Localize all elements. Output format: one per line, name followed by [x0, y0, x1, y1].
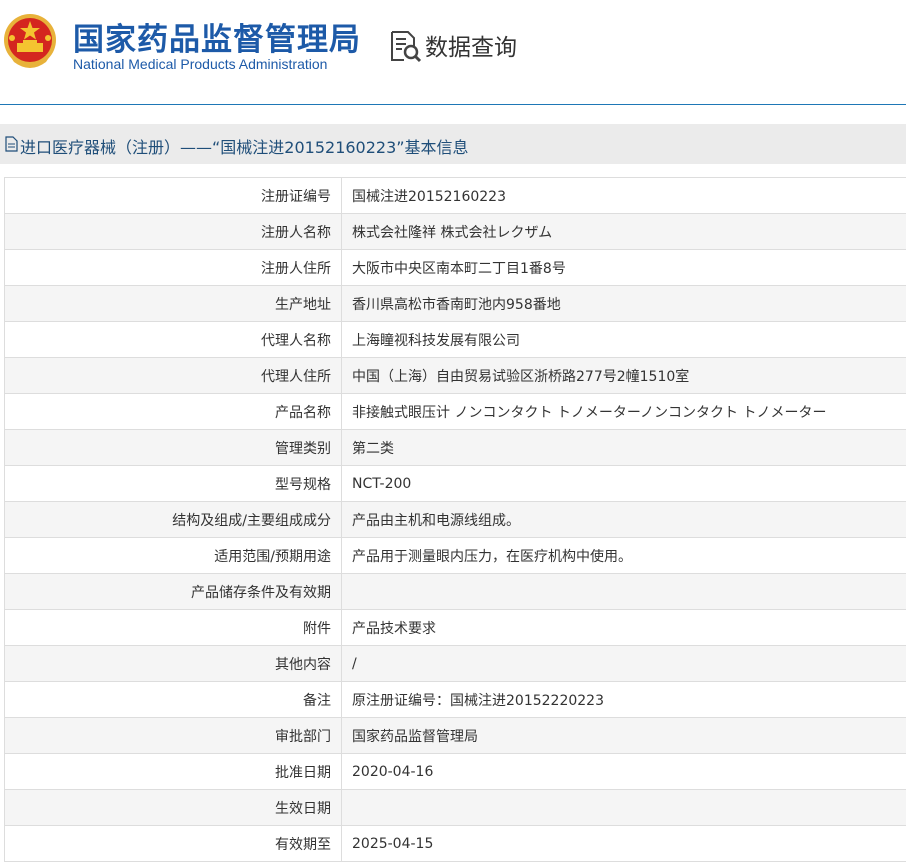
field-label: 注册证编号	[5, 178, 342, 214]
field-value: 产品用于测量眼内压力，在医疗机构中使用。	[342, 538, 906, 574]
table-row: 生效日期	[5, 790, 906, 826]
field-value: 2025-04-15	[342, 826, 906, 862]
site-header: 国家药品监督管理局 National Medical Products Admi…	[0, 0, 906, 104]
field-label: 管理类别	[5, 430, 342, 466]
field-value: 国家药品监督管理局	[342, 718, 906, 754]
table-row: 型号规格NCT-200	[5, 466, 906, 502]
field-value: 上海瞳视科技发展有限公司	[342, 322, 906, 358]
field-label: 适用范围/预期用途	[5, 538, 342, 574]
detail-table: 注册证编号国械注进20152160223 注册人名称株式会社隆祥 株式会社レクザ…	[4, 177, 906, 862]
field-label: 备注	[5, 682, 342, 718]
field-label: 有效期至	[5, 826, 342, 862]
field-value: 香川県高松市香南町池内958番地	[342, 286, 906, 322]
field-value: 中国（上海）自由贸易试验区浙桥路277号2幢1510室	[342, 358, 906, 394]
table-row: 产品名称非接触式眼压计 ノンコンタクト トノメーターノンコンタクト トノメーター	[5, 394, 906, 430]
field-label: 代理人住所	[5, 358, 342, 394]
field-value: 第二类	[342, 430, 906, 466]
field-value: 产品由主机和电源线组成。	[342, 502, 906, 538]
table-row: 注册人名称株式会社隆祥 株式会社レクザム	[5, 214, 906, 250]
field-label: 注册人住所	[5, 250, 342, 286]
section-header: 进口医疗器械（注册）——“国械注进20152160223”基本信息	[0, 124, 906, 164]
table-row: 审批部门国家药品监督管理局	[5, 718, 906, 754]
field-label: 生效日期	[5, 790, 342, 826]
table-row: 批准日期2020-04-16	[5, 754, 906, 790]
table-row: 代理人住所中国（上海）自由贸易试验区浙桥路277号2幢1510室	[5, 358, 906, 394]
field-label: 生产地址	[5, 286, 342, 322]
field-value: 产品技术要求	[342, 610, 906, 646]
table-row: 注册人住所大阪市中央区南本町二丁目1番8号	[5, 250, 906, 286]
data-query-link[interactable]: 数据查询	[425, 28, 517, 62]
field-label: 批准日期	[5, 754, 342, 790]
field-label: 型号规格	[5, 466, 342, 502]
table-row: 结构及组成/主要组成成分产品由主机和电源线组成。	[5, 502, 906, 538]
field-label: 结构及组成/主要组成成分	[5, 502, 342, 538]
field-value	[342, 574, 906, 610]
section-title: 进口医疗器械（注册）——“国械注进20152160223”基本信息	[20, 134, 469, 158]
table-row: 注册证编号国械注进20152160223	[5, 178, 906, 214]
header-divider	[0, 104, 906, 105]
document-icon	[5, 136, 18, 152]
field-value: 国械注进20152160223	[342, 178, 906, 214]
field-label: 附件	[5, 610, 342, 646]
table-row: 生产地址香川県高松市香南町池内958番地	[5, 286, 906, 322]
national-emblem-icon	[2, 10, 58, 72]
field-label: 审批部门	[5, 718, 342, 754]
table-row: 产品储存条件及有效期	[5, 574, 906, 610]
field-value: /	[342, 646, 906, 682]
field-value: NCT-200	[342, 466, 906, 502]
field-label: 代理人名称	[5, 322, 342, 358]
field-label: 其他内容	[5, 646, 342, 682]
field-value: 原注册证编号：国械注进20152220223	[342, 682, 906, 718]
field-value: 2020-04-16	[342, 754, 906, 790]
table-row: 代理人名称上海瞳视科技发展有限公司	[5, 322, 906, 358]
agency-title-en[interactable]: National Medical Products Administration	[73, 56, 327, 72]
field-value: 株式会社隆祥 株式会社レクザム	[342, 214, 906, 250]
agency-title-cn[interactable]: 国家药品监督管理局	[73, 14, 361, 59]
table-row: 有效期至2025-04-15	[5, 826, 906, 862]
field-label: 产品储存条件及有效期	[5, 574, 342, 610]
field-label: 产品名称	[5, 394, 342, 430]
field-value: 大阪市中央区南本町二丁目1番8号	[342, 250, 906, 286]
table-row: 附件产品技术要求	[5, 610, 906, 646]
document-search-icon[interactable]	[388, 29, 422, 63]
table-row: 备注原注册证编号：国械注进20152220223	[5, 682, 906, 718]
table-row: 管理类别第二类	[5, 430, 906, 466]
table-row: 适用范围/预期用途产品用于测量眼内压力，在医疗机构中使用。	[5, 538, 906, 574]
field-label: 注册人名称	[5, 214, 342, 250]
field-value: 非接触式眼压计 ノンコンタクト トノメーターノンコンタクト トノメーター	[342, 394, 906, 430]
table-row: 其他内容/	[5, 646, 906, 682]
field-value	[342, 790, 906, 826]
